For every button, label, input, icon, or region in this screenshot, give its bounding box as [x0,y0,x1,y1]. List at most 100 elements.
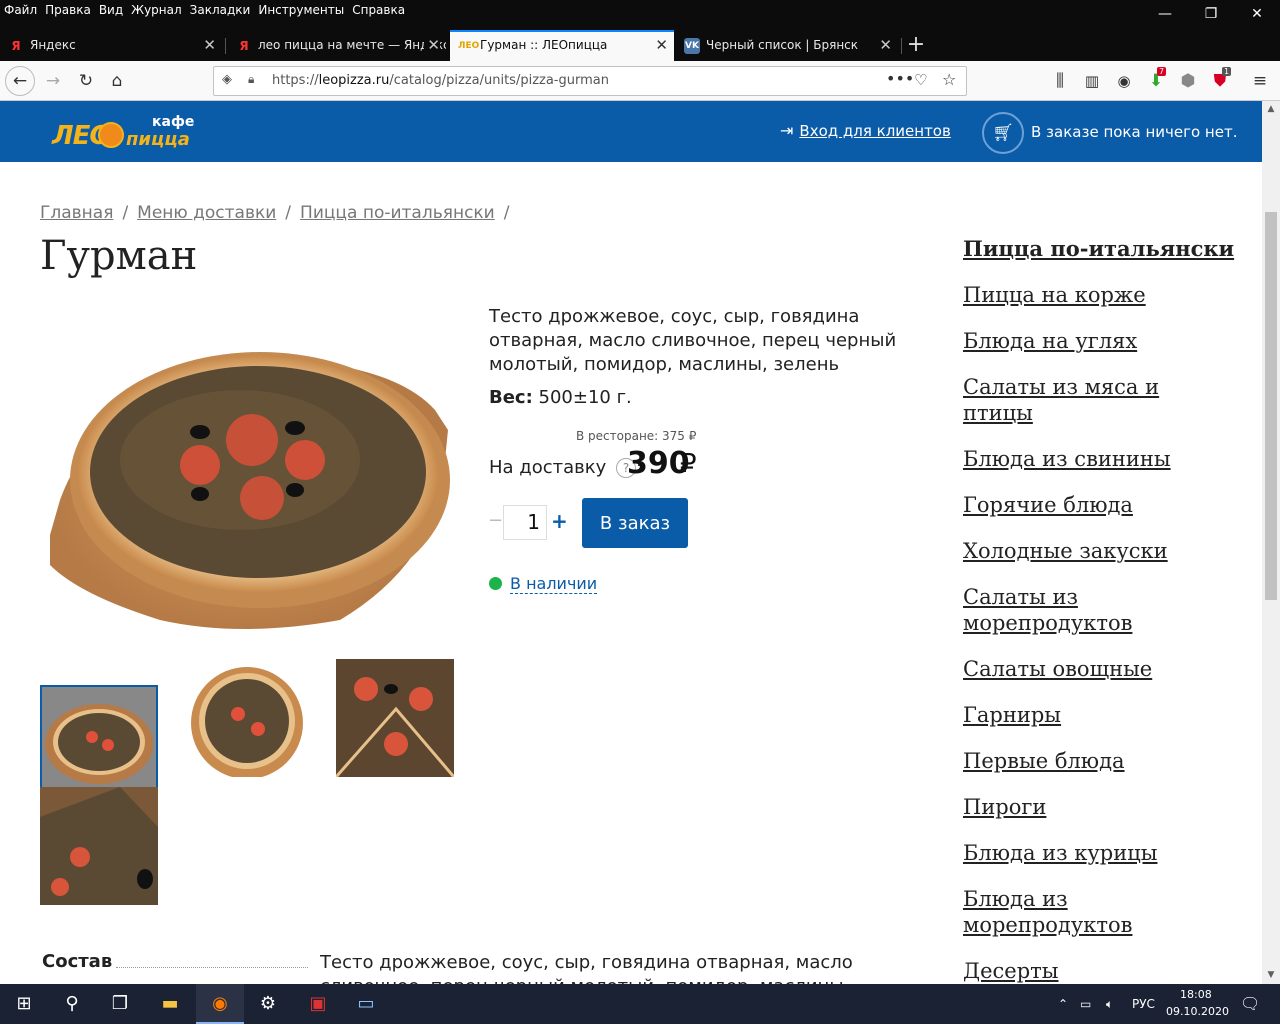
app-icon[interactable]: ▣ [294,984,342,1024]
sidebar-item-hot-dishes[interactable]: Горячие блюда [963,492,1243,518]
login-link[interactable]: ⇥ Вход для клиентов [780,121,951,140]
tab-yandex[interactable]: Я Яндекс ✕ [0,30,222,61]
tab-title: Черный список | Брянск [706,38,859,52]
library-icon[interactable]: ⫼ [1046,67,1074,95]
sidebar-item-pork[interactable]: Блюда из свинины [963,446,1243,472]
sidebar-item-pies[interactable]: Пироги [963,794,1243,820]
menu-tools[interactable]: Инструменты [254,0,348,22]
thumbnail-2[interactable] [188,659,306,777]
tray-chevron-icon[interactable]: ⌃ [1058,984,1068,1024]
search-icon[interactable]: ⚲ [48,984,96,1024]
tracking-shield-icon[interactable]: ◈ [222,72,232,87]
menu-history[interactable]: Журнал [127,0,186,22]
stock-status[interactable]: В наличии [510,574,598,594]
windows-start-icon[interactable]: ⊞ [0,984,48,1024]
breadcrumb-category[interactable]: Пицца по-итальянски [300,203,495,223]
close-tab-icon[interactable]: ✕ [203,30,216,61]
menu-edit[interactable]: Правка [41,0,95,22]
restaurant-price: В ресторане: 375 ₽ [576,429,697,443]
yandex-icon: Я [239,38,249,53]
yandex-icon: Я [11,38,21,53]
sidebar-item-grill[interactable]: Блюда на углях [963,328,1243,354]
clock-date[interactable]: 09.10.2020 [1166,1005,1229,1018]
pocket-icon[interactable]: ♡ [914,71,927,89]
menu-bookmarks[interactable]: Закладки [186,0,255,22]
account-icon[interactable]: ◉ [1110,67,1138,95]
home-icon[interactable]: ⌂ [103,67,131,95]
add-to-order-button[interactable]: В заказ [582,498,688,548]
product-description: Тесто дрожжевое, соус, сыр, говядина отв… [489,306,897,375]
breadcrumb-home[interactable]: Главная [40,203,113,223]
firefox-icon[interactable]: ◉ [196,984,244,1024]
new-tab-button[interactable]: + [904,30,928,61]
language-indicator[interactable]: РУС [1132,984,1155,1024]
network-icon[interactable]: ▭ [1080,984,1091,1024]
quantity-input[interactable]: 1 [503,505,547,540]
quantity-decrease-button[interactable]: − [488,510,503,531]
clock-time[interactable]: 18:08 [1180,988,1212,1001]
back-arrow-icon[interactable]: ← [5,66,35,96]
sidebar-item-seafood[interactable]: Блюда из морепродуктов [963,886,1163,938]
quantity-increase-button[interactable]: + [551,509,568,533]
settings-gear-icon[interactable]: ⚙ [244,984,292,1024]
site-logo[interactable]: кафе ЛЕО пицца [52,114,202,151]
tab-title: Гурман :: ЛЕОпицца [480,38,608,52]
delivery-price-label: На доставку ?: [489,457,643,478]
shield-extension-icon[interactable]: ⬢ [1174,67,1202,95]
cart-icon[interactable]: 🛒︎ [982,112,1024,154]
tab-strip: Я Яндекс ✕ Ялео пицца на мечте — Яндекс ✕… [0,30,1280,61]
notifications-icon[interactable]: 🗨︎ [1240,984,1260,1024]
thumbnail-3[interactable] [336,659,454,777]
sidebar-item-pizza-crust[interactable]: Пицца на корже [963,282,1243,308]
restore-button[interactable]: ❐ [1188,0,1234,30]
lock-icon[interactable]: 🔒︎ [248,72,254,87]
close-tab-icon[interactable]: ✕ [879,30,892,61]
sidebar-item-soups[interactable]: Первые блюда [963,748,1243,774]
product-weight: Вес: 500±10 г. [489,387,632,408]
menu-file[interactable]: Файл [0,0,41,22]
close-window-button[interactable]: ✕ [1234,0,1280,30]
sidebar-item-vegetable-salads[interactable]: Салаты овощные [963,656,1243,682]
sidebar-item-desserts[interactable]: Десерты [963,958,1243,984]
sidebar-item-cold-starters[interactable]: Холодные закуски [963,538,1243,564]
scroll-down-arrow[interactable]: ▼ [1262,967,1280,983]
site-header: кафе ЛЕО пицца ⇥ Вход для клиентов 🛒︎ В з… [0,101,1262,162]
hamburger-menu-icon[interactable]: ≡ [1246,67,1274,95]
menu-view[interactable]: Вид [95,0,127,22]
thumbnail-1[interactable] [40,685,158,803]
menu-bar: Файл Правка Вид Журнал Закладки Инструме… [0,0,409,22]
sidebar-item-meat-salads[interactable]: Салаты из мяса и птицы [963,374,1163,426]
close-tab-icon[interactable]: ✕ [424,30,440,61]
navigation-bar: ← → ↻ ⌂ ◈ 🔒︎ https://leopizza.ru/catalog… [0,61,1280,101]
page-title: Гурман [40,233,198,279]
thumbnail-4[interactable] [40,787,158,905]
breadcrumb: Главная / Меню доставки / Пицца по-итальянск… [40,203,510,223]
tab-vk[interactable]: VK Черный список | Брянск ✕ [676,30,898,61]
tab-yandex-search[interactable]: Ялео пицца на мечте — Яндекс ✕ [228,30,446,61]
scroll-up-arrow[interactable]: ▲ [1262,101,1280,117]
page-actions-icon[interactable]: ••• [886,69,914,88]
sidebar-item-seafood-salads[interactable]: Салаты из морепродуктов [963,584,1163,636]
breadcrumb-delivery-menu[interactable]: Меню доставки [137,203,276,223]
product-main-image[interactable] [40,320,450,640]
close-tab-icon[interactable]: ✕ [655,32,668,59]
forward-arrow-icon[interactable]: → [39,67,67,95]
minimize-button[interactable]: — [1142,0,1188,30]
file-explorer-icon[interactable]: ▬ [146,984,194,1024]
scrollbar-thumb[interactable] [1265,212,1277,600]
sidebar-item-sides[interactable]: Гарниры [963,702,1243,728]
sidebar-item-pizza-italian[interactable]: Пицца по-итальянски [963,236,1243,262]
menu-help[interactable]: Справка [348,0,409,22]
in-stock-indicator [489,577,502,590]
remote-desktop-icon[interactable]: ▭ [342,984,390,1024]
pizza-logo-icon [98,122,124,148]
reload-icon[interactable]: ↻ [72,67,100,95]
sidebar-item-chicken[interactable]: Блюда из курицы [963,840,1243,866]
url-bar[interactable]: ◈ 🔒︎ https://leopizza.ru/catalog/pizza/u… [213,66,967,96]
composition-label: Состав [42,951,113,972]
task-view-icon[interactable]: ❐ [96,984,144,1024]
bookmark-star-icon[interactable]: ☆ [942,70,956,89]
tab-leopizza[interactable]: ЛЕОГурман :: ЛЕОпицца ✕ [450,30,674,61]
sidebar-icon[interactable]: ▥ [1078,67,1106,95]
volume-icon[interactable]: 🔈︎ [1106,984,1113,1024]
